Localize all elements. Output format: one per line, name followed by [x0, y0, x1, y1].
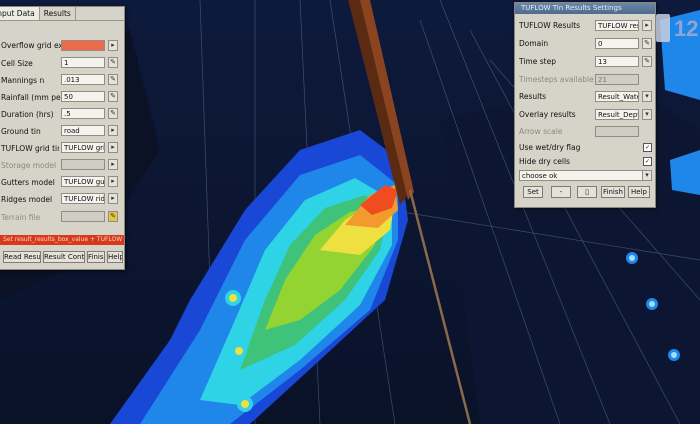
browse-icon[interactable]: ▸: [108, 176, 118, 187]
duration-field[interactable]: .5: [61, 108, 105, 119]
help-button[interactable]: Help: [107, 251, 123, 263]
label-overlay-results: Overlay results: [519, 109, 576, 119]
arrow-scale-field[interactable]: [595, 126, 639, 137]
tuflow-results-field[interactable]: TUFLOW results tin: [595, 20, 639, 31]
pick-icon[interactable]: ▸: [108, 40, 118, 51]
label-ridges-model: Ridges model: [1, 194, 53, 204]
cell-size-field[interactable]: 1: [61, 57, 105, 68]
finish-button[interactable]: Finish: [601, 186, 625, 198]
label-hide-dry-cells: Hide dry cells: [519, 156, 570, 166]
label-results: Results: [519, 91, 547, 101]
title-text: TUFLOW Tin Results Settings: [521, 4, 622, 12]
tv-logo-icon: [656, 14, 670, 42]
rainfall-field[interactable]: 50: [61, 91, 105, 102]
label-cell-size: Cell Size: [1, 58, 33, 68]
label-grid-tin-model: TUFLOW grid tin model: [1, 143, 59, 153]
edit-icon[interactable]: ✎: [108, 91, 118, 102]
finish-button[interactable]: Finish: [87, 251, 105, 263]
dialog-tabs: Input Data Results: [0, 7, 124, 21]
browse-icon[interactable]: ▸: [108, 142, 118, 153]
input-data-dialog: Input Data Results Overflow grid extent …: [0, 6, 125, 270]
result-controls-button[interactable]: Result Controls: [43, 251, 85, 263]
label-storage-model: Storage model: [1, 160, 57, 170]
storage-model-field[interactable]: [61, 159, 105, 170]
tin-results-settings-dialog: TUFLOW Tin Results Settings TUFLOW Resul…: [514, 2, 656, 208]
edit-icon[interactable]: ✎: [642, 56, 652, 67]
edit-icon[interactable]: ✎: [108, 57, 118, 68]
edit-icon[interactable]: ✎: [108, 108, 118, 119]
label-overflow-grid: Overflow grid extent: [1, 40, 61, 50]
grid-tin-model-field[interactable]: TUFLOW grid tin: [61, 142, 105, 153]
scroll-icon[interactable]: ▾: [642, 170, 652, 181]
read-results-button[interactable]: Read Results: [3, 251, 41, 263]
warning-bar: Set result_results_box_value + TUFLOW ti…: [0, 235, 124, 245]
tab-results[interactable]: Results: [40, 7, 76, 20]
gutters-model-field[interactable]: TUFLOW gullys: [61, 176, 105, 187]
channel-badge: 12: [656, 12, 700, 48]
label-mannings: Mannings n: [1, 75, 45, 85]
label-tuflow-results: TUFLOW Results: [519, 20, 581, 30]
set-button[interactable]: Set: [523, 186, 543, 198]
browse-icon[interactable]: ▸: [108, 125, 118, 136]
label-duration: Duration (hrs): [1, 109, 54, 119]
label-terrain-file: Terrain file: [1, 212, 41, 222]
browse-icon[interactable]: ▸: [108, 159, 118, 170]
label-ground-tin: Ground tin: [1, 126, 41, 136]
use-wet-dry-checkbox[interactable]: ✓: [643, 143, 652, 152]
ground-tin-field[interactable]: road: [61, 125, 105, 136]
hide-dry-cells-checkbox[interactable]: ✓: [643, 157, 652, 166]
overflow-grid-swatch[interactable]: [61, 40, 105, 51]
edit-icon[interactable]: ✎: [108, 211, 118, 222]
dialog-title[interactable]: TUFLOW Tin Results Settings: [515, 3, 655, 14]
browse-icon[interactable]: ▸: [642, 20, 652, 31]
label-timesteps-available: Timesteps available: [519, 74, 594, 84]
edit-icon[interactable]: ✎: [108, 74, 118, 85]
mannings-field[interactable]: .013: [61, 74, 105, 85]
page-icon[interactable]: ▯: [577, 186, 597, 198]
time-step-field[interactable]: 13: [595, 56, 639, 67]
help-button[interactable]: Help: [628, 186, 650, 198]
label-use-wet-dry: Use wet/dry flag: [519, 142, 581, 152]
edit-icon[interactable]: ✎: [642, 38, 652, 49]
label-domain: Domain: [519, 38, 549, 48]
chevron-down-icon[interactable]: ▾: [642, 91, 652, 102]
browse-icon[interactable]: ▸: [108, 193, 118, 204]
chevron-down-icon[interactable]: ▾: [642, 109, 652, 120]
label-time-step: Time step: [519, 56, 556, 66]
timesteps-available-field: 21: [595, 74, 639, 85]
badge-number: 12: [674, 16, 699, 41]
tab-input-data[interactable]: Input Data: [0, 7, 40, 20]
minus-button[interactable]: -: [551, 186, 571, 198]
ridges-model-field[interactable]: TUFLOW ridges: [61, 193, 105, 204]
label-arrow-scale: Arrow scale: [519, 126, 563, 136]
overlay-results-select[interactable]: Result_Depth: [595, 109, 639, 120]
domain-field[interactable]: 0: [595, 38, 639, 49]
terrain-file-field[interactable]: [61, 211, 105, 222]
label-gutters-model: Gutters model: [1, 177, 55, 187]
message-box: choose ok: [519, 170, 643, 181]
results-select[interactable]: Result_Water_Level: [595, 91, 639, 102]
